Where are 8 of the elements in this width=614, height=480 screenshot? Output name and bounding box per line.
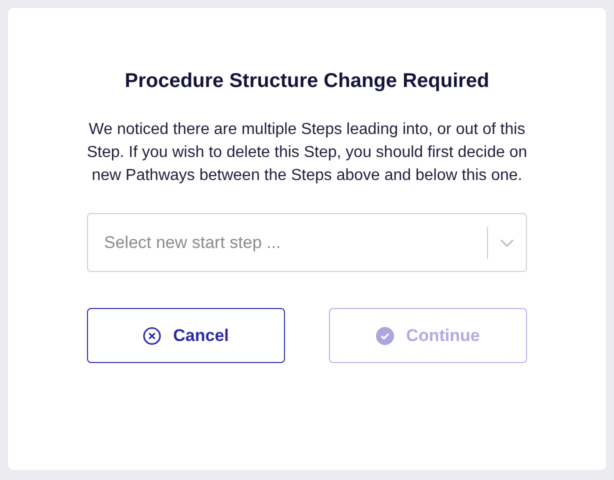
dialog-title: Procedure Structure Change Required [124, 69, 490, 94]
select-placeholder: Select new start step ... [104, 232, 282, 254]
step-select[interactable]: Select new start step ... [87, 213, 527, 272]
cancel-button[interactable]: Cancel [87, 308, 285, 363]
dialog-message: We noticed there are multiple Steps leading into, or out of this Step. If you wish to delete this Step, you should first decide on new Pathways between the Steps above and below this one. [86, 120, 528, 186]
chevron-down-icon [500, 238, 514, 246]
close-circle-icon [143, 326, 162, 344]
check-circle-icon [376, 326, 394, 344]
